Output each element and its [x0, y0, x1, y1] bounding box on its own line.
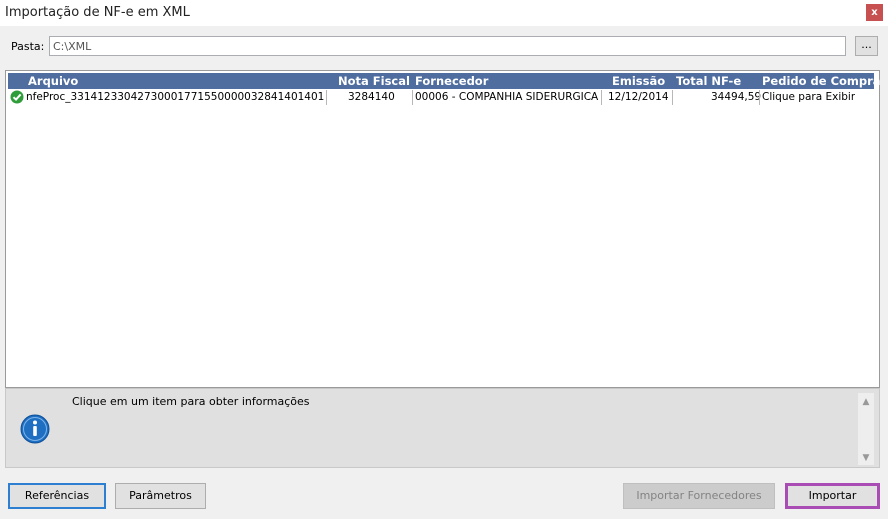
column-header-emissao[interactable]: Emissão	[612, 74, 665, 88]
cell-arquivo: nfeProc_33141233042730001771550000032841…	[26, 91, 324, 103]
column-header-fornecedor[interactable]: Fornecedor	[415, 74, 488, 88]
column-header-pedido[interactable]: Pedido de Compra	[762, 74, 881, 88]
cell-fornecedor: 00006 - COMPANHIA SIDERURGICA N	[415, 91, 599, 103]
column-header-total[interactable]: Total NF-e	[676, 74, 741, 88]
column-divider	[412, 90, 413, 105]
importar-fornecedores-button[interactable]: Importar Fornecedores	[623, 483, 775, 509]
pasta-label: Pasta:	[11, 40, 45, 53]
grid-header: Arquivo Nota Fiscal Fornecedor Emissão T…	[8, 73, 881, 89]
cell-emissao: 12/12/2014	[608, 91, 669, 103]
check-icon	[10, 90, 24, 104]
cell-pedido[interactable]: Clique para Exibir	[762, 91, 855, 103]
column-header-nota-fiscal[interactable]: Nota Fiscal	[338, 74, 410, 88]
scroll-down-icon[interactable]: ▼	[858, 451, 874, 465]
cell-total: 34494,59	[711, 91, 762, 103]
column-divider	[759, 90, 760, 105]
column-divider	[326, 90, 327, 105]
referencias-button[interactable]: Referências	[8, 483, 106, 509]
column-divider	[672, 90, 673, 105]
importar-button[interactable]: Importar	[785, 483, 880, 509]
info-panel: Clique em um item para obter informações…	[5, 388, 880, 468]
cell-nota-fiscal: 3284140	[348, 91, 395, 103]
window-title: Importação de NF-e em XML	[5, 5, 190, 20]
info-message: Clique em um item para obter informações	[72, 395, 310, 408]
scroll-up-icon[interactable]: ▲	[858, 395, 874, 409]
nfe-grid[interactable]: Arquivo Nota Fiscal Fornecedor Emissão T…	[5, 70, 881, 388]
close-button[interactable]: x	[866, 4, 883, 21]
table-row[interactable]: nfeProc_33141233042730001771550000032841…	[8, 89, 874, 107]
column-header-arquivo[interactable]: Arquivo	[28, 74, 78, 88]
title-bar: Importação de NF-e em XML x	[0, 0, 888, 26]
info-scrollbar[interactable]: ▲ ▼	[858, 393, 874, 465]
browse-button[interactable]: ...	[855, 36, 878, 56]
pasta-input[interactable]: C:\XML	[49, 36, 846, 56]
info-icon	[20, 414, 50, 444]
parametros-button[interactable]: Parâmetros	[115, 483, 206, 509]
column-divider	[601, 90, 602, 105]
